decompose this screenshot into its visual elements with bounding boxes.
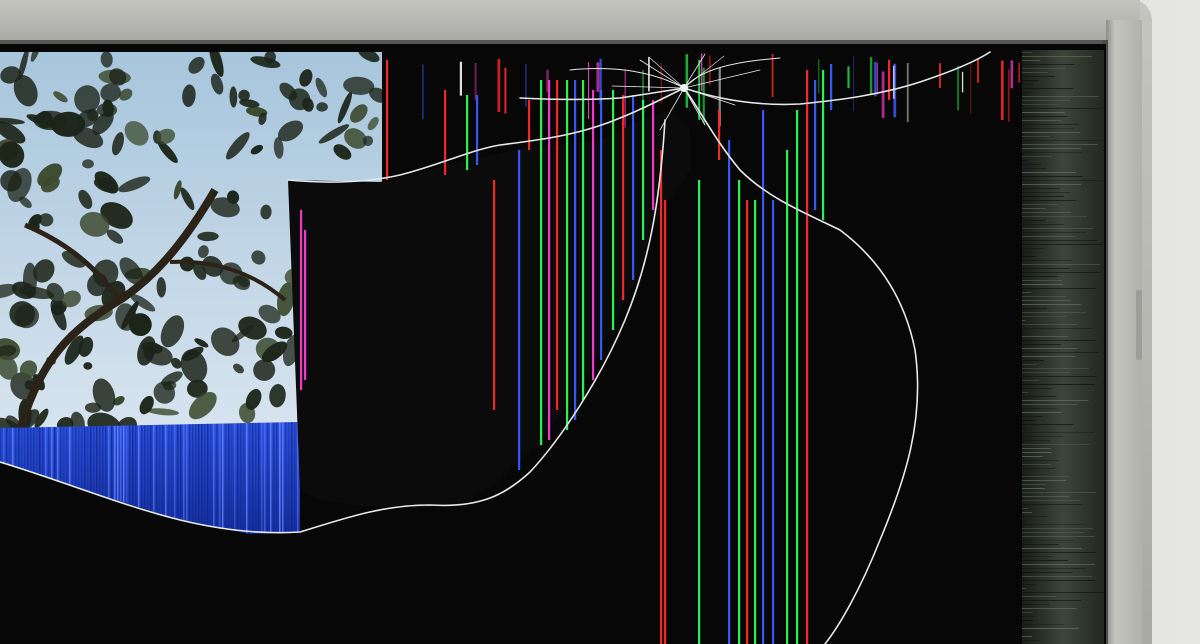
impact-point	[680, 84, 688, 92]
right-glitch-strip	[1022, 50, 1104, 644]
broken-screen-illustration	[0, 0, 1200, 644]
broken-monitor-photo	[0, 0, 1200, 644]
bezel-top	[0, 0, 1140, 44]
bezel-side-button	[1136, 290, 1142, 360]
